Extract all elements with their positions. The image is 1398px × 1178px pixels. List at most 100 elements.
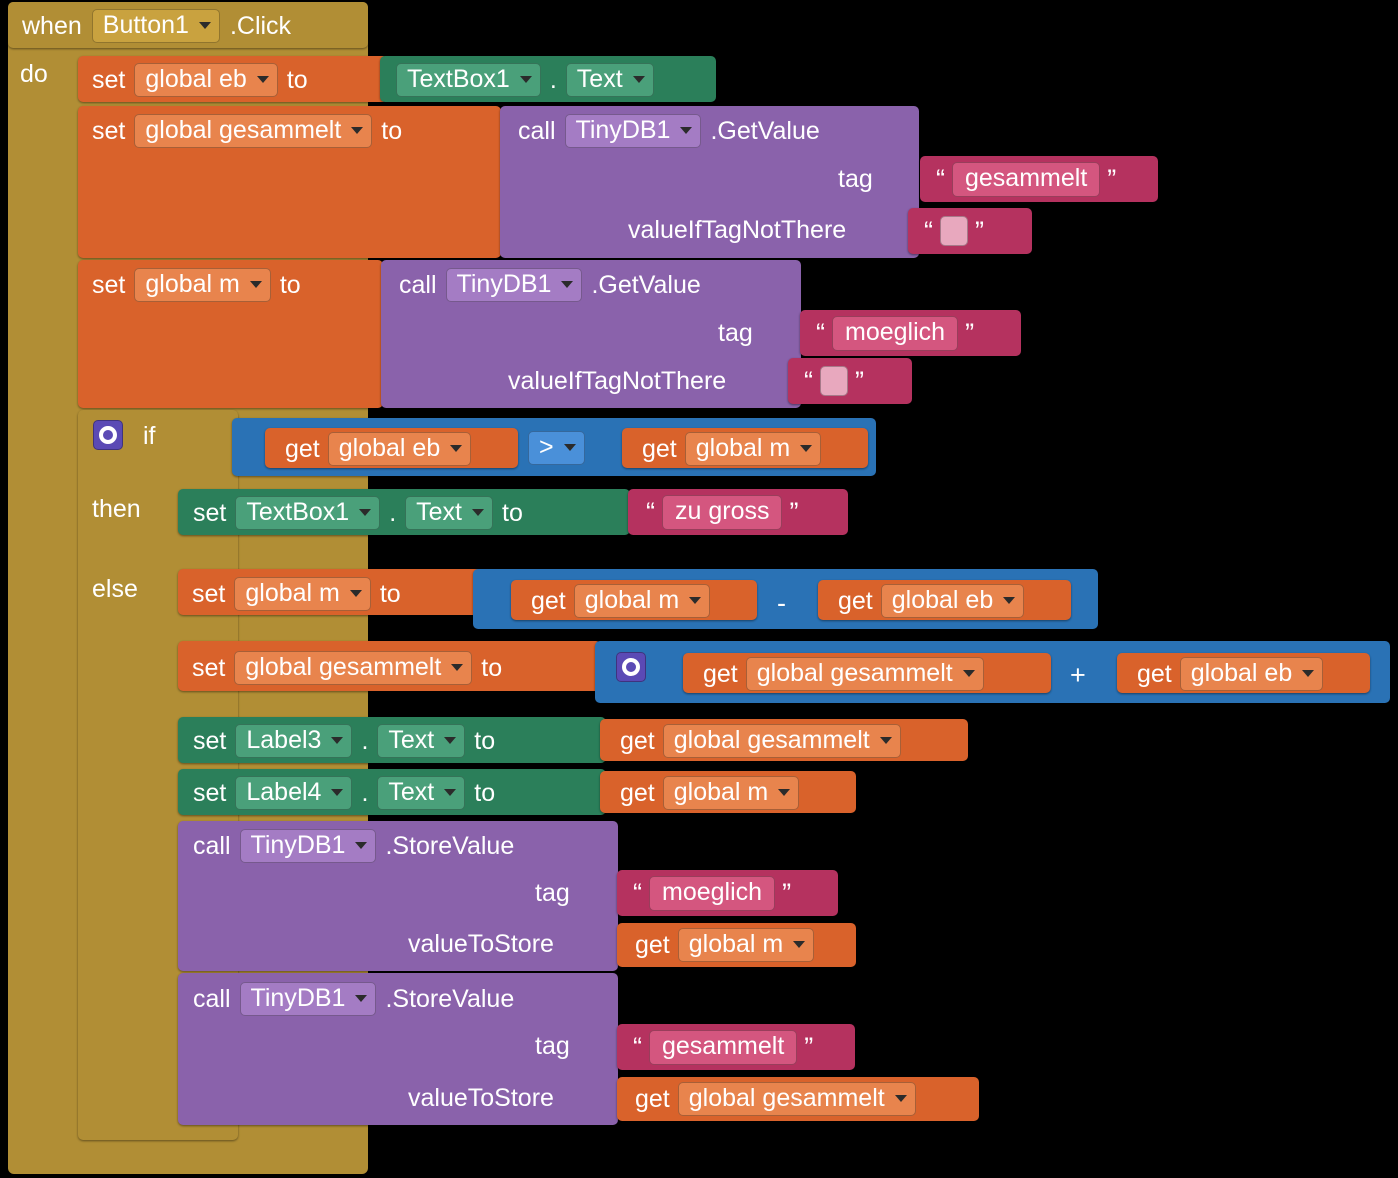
chevron-down-icon (472, 509, 485, 516)
to-label: to (279, 270, 301, 299)
quote-close: ” (789, 496, 799, 527)
variable-dropdown-global-gesammelt[interactable]: global gesammelt (677, 1082, 916, 1116)
set-global-m-row-1: set global m to (92, 267, 301, 303)
quote-open: “ (804, 365, 813, 396)
do-label: do (20, 60, 48, 88)
variable-dropdown-global-m[interactable]: global m (662, 776, 800, 810)
text-value-zu-gross[interactable]: zu gross (662, 494, 783, 530)
variable-dropdown-global-eb[interactable]: global eb (134, 63, 278, 97)
component-dropdown-tinydb1[interactable]: TinyDB1 (239, 829, 377, 863)
variable-dropdown-global-m[interactable]: global m (684, 432, 822, 466)
quote-open: “ (633, 1031, 642, 1062)
chevron-down-icon (451, 664, 464, 671)
get-global-m-row-3: get global m (620, 776, 800, 810)
get-label: get (838, 586, 873, 615)
chevron-down-icon (879, 737, 892, 744)
set-label: set (192, 653, 226, 682)
component-dropdown-label4[interactable]: Label4 (235, 776, 353, 810)
variable-dropdown-global-m[interactable]: global m (573, 584, 711, 618)
set-label: set (192, 579, 226, 608)
if-label: if (143, 422, 156, 450)
variable-dropdown-global-gesammelt[interactable]: global gesammelt (134, 114, 373, 148)
component-dropdown-tinydb1[interactable]: TinyDB1 (564, 114, 702, 148)
to-label: to (286, 65, 308, 94)
get-label: get (1137, 659, 1172, 688)
get-label: get (620, 778, 655, 807)
quote-close: ” (782, 877, 792, 908)
get-label: get (703, 659, 738, 688)
quote-close: ” (1107, 163, 1117, 194)
dot-label: . (549, 65, 557, 94)
text-value-empty[interactable] (820, 366, 848, 396)
tag-label: tag (838, 165, 873, 193)
variable-dropdown-global-gesammelt[interactable]: global gesammelt (745, 657, 984, 691)
quote-close: ” (855, 365, 864, 396)
dot-label: . (361, 726, 369, 755)
tag-label: tag (718, 319, 753, 347)
event-component-dropdown[interactable]: Button1 (91, 9, 220, 43)
then-label: then (92, 495, 141, 523)
chevron-down-icon (1302, 670, 1315, 677)
set-global-m-row-2: set global m to (192, 576, 401, 612)
chevron-down-icon (561, 281, 574, 288)
chevron-down-icon (450, 445, 463, 452)
get-global-eb-row-3: get global eb (1137, 657, 1324, 691)
call-tinydb1-storevalue-header-2: call TinyDB1 .StoreValue (193, 981, 514, 1017)
component-dropdown-textbox1[interactable]: TextBox1 (396, 63, 541, 97)
variable-dropdown-global-m[interactable]: global m (134, 268, 271, 302)
text-value-moeglich[interactable]: moeglich (832, 315, 959, 351)
property-dropdown-text[interactable]: Text (377, 776, 466, 810)
valuetostore-label: valueToStore (408, 1084, 554, 1112)
set-label4-text-row: set Label4 . Text to (193, 775, 495, 811)
mutator-gear-icon-addition[interactable] (616, 652, 646, 682)
text-value-empty[interactable] (940, 216, 968, 246)
text-value-moeglich[interactable]: moeglich (649, 875, 776, 911)
get-global-eb-row-1: get global eb (285, 432, 472, 466)
variable-dropdown-global-gesammelt[interactable]: global gesammelt (234, 651, 473, 685)
set-label: set (92, 65, 126, 94)
component-dropdown-label3[interactable]: Label3 (235, 724, 353, 758)
call-tinydb1-getvalue-header-1: call TinyDB1 .GetValue (518, 113, 820, 149)
get-label: get (620, 726, 655, 755)
operator-dropdown-greater[interactable]: > (528, 431, 585, 465)
to-label: to (502, 498, 523, 527)
property-dropdown-text[interactable]: Text (565, 63, 654, 97)
component-dropdown-textbox1[interactable]: TextBox1 (235, 496, 381, 530)
chevron-down-icon (680, 127, 693, 134)
mutator-gear-icon-if[interactable] (93, 420, 123, 450)
chevron-down-icon (331, 737, 344, 744)
event-header-row: when Button1 .Click (22, 6, 291, 46)
event-name-label: .Click (229, 11, 292, 40)
quote-open: “ (646, 496, 655, 527)
variable-dropdown-global-m[interactable]: global m (677, 928, 815, 962)
call-tinydb1-getvalue-header-2: call TinyDB1 .GetValue (399, 267, 701, 303)
valueiftagnotthere-label: valueIfTagNotThere (508, 367, 727, 395)
chevron-down-icon (894, 1095, 907, 1102)
variable-dropdown-global-eb[interactable]: global eb (1179, 657, 1324, 691)
property-dropdown-text[interactable]: Text (405, 496, 494, 530)
method-label-getvalue: .GetValue (710, 116, 820, 145)
get-label: get (285, 434, 320, 463)
variable-dropdown-global-eb[interactable]: global eb (327, 432, 472, 466)
chevron-down-icon (198, 22, 211, 29)
component-dropdown-tinydb1[interactable]: TinyDB1 (239, 982, 377, 1016)
text-value-gesammelt[interactable]: gesammelt (952, 161, 1101, 197)
chevron-down-icon (355, 995, 368, 1002)
variable-dropdown-global-m[interactable]: global m (234, 577, 371, 611)
variable-dropdown-global-eb[interactable]: global eb (880, 584, 1025, 618)
chevron-down-icon (689, 597, 702, 604)
variable-dropdown-global-gesammelt[interactable]: global gesammelt (662, 724, 901, 758)
quote-close: ” (965, 317, 975, 348)
valuetostore-label: valueToStore (408, 930, 554, 958)
chevron-down-icon (962, 670, 975, 677)
chevron-down-icon (563, 444, 576, 451)
text-value-gesammelt[interactable]: gesammelt (649, 1029, 798, 1065)
method-label-storevalue: .StoreValue (385, 831, 515, 860)
text-block-gesammelt-tag-2-row: “ gesammelt ” (633, 1029, 813, 1065)
call-label: call (193, 984, 231, 1013)
chevron-down-icon (778, 789, 791, 796)
set-label: set (92, 116, 126, 145)
chevron-down-icon (349, 590, 362, 597)
component-dropdown-tinydb1[interactable]: TinyDB1 (445, 268, 583, 302)
property-dropdown-text[interactable]: Text (377, 724, 466, 758)
